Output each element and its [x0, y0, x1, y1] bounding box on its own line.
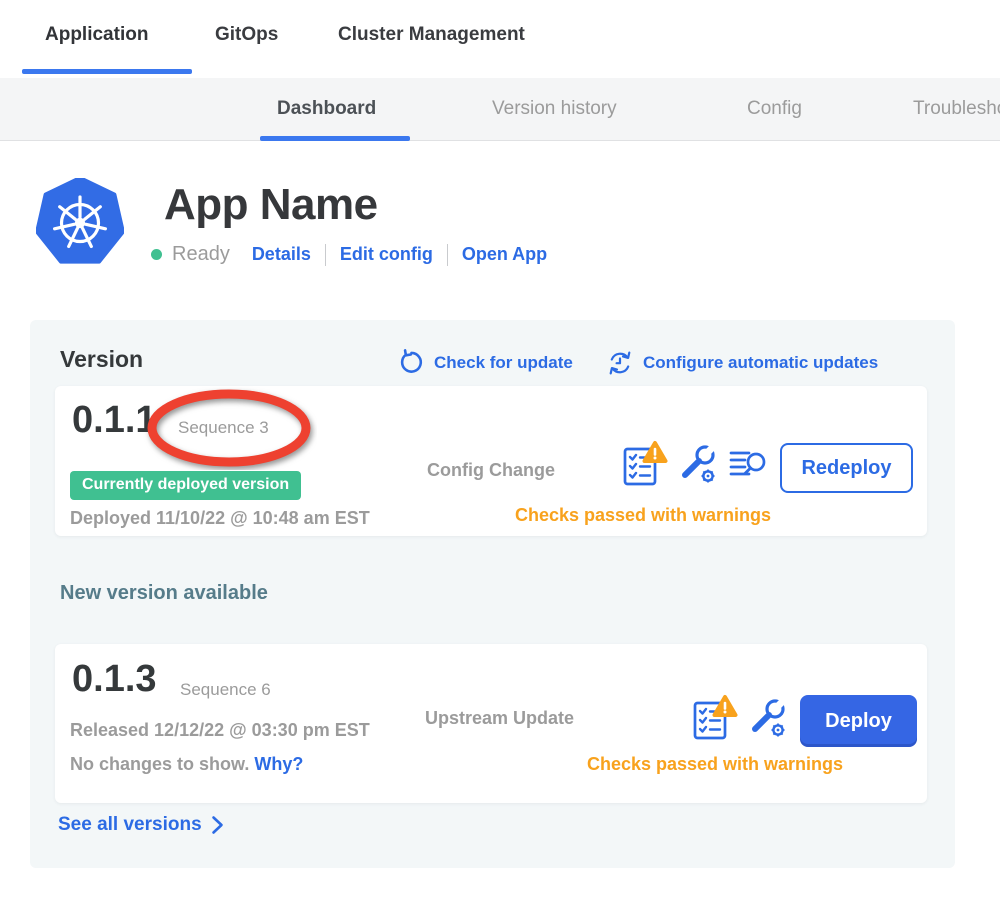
refresh-icon: [398, 349, 425, 376]
version-source-label: Config Change: [427, 460, 555, 481]
current-version-number: 0.1.1: [72, 399, 157, 442]
active-subtab-indicator: [260, 136, 410, 141]
preflight-status-text: Checks passed with warnings: [515, 754, 915, 775]
available-version-card: 0.1.3 Sequence 6 Released 12/12/22 @ 03:…: [55, 644, 927, 803]
divider: [447, 244, 448, 266]
deploy-button[interactable]: Deploy: [800, 695, 917, 747]
configure-automatic-updates-label: Configure automatic updates: [643, 353, 878, 373]
tab-dashboard[interactable]: Dashboard: [277, 98, 376, 120]
warning-triangle-icon: [645, 443, 666, 461]
deployed-timestamp: Deployed 11/10/22 @ 10:48 am EST: [70, 508, 370, 529]
divider: [325, 244, 326, 266]
active-tab-indicator: [22, 69, 192, 74]
edit-config-link[interactable]: Edit config: [340, 244, 433, 265]
version-heading: Version: [60, 346, 143, 373]
tab-cluster-management[interactable]: Cluster Management: [338, 24, 525, 46]
current-version-sequence: Sequence 3: [178, 418, 269, 438]
check-for-update-label: Check for update: [434, 353, 573, 373]
view-diff-icon[interactable]: [728, 444, 770, 484]
no-changes-label: No changes to show.: [70, 754, 249, 774]
tab-troubleshoot[interactable]: Troubleshoot: [913, 98, 1000, 120]
redeploy-button[interactable]: Redeploy: [780, 443, 913, 493]
warning-triangle-icon: [715, 697, 736, 715]
available-version-number: 0.1.3: [72, 658, 157, 701]
current-version-card: 0.1.1 Sequence 3 Currently deployed vers…: [55, 386, 927, 536]
top-nav: Application GitOps Cluster Management: [0, 0, 1000, 78]
tab-version-history[interactable]: Version history: [492, 98, 617, 120]
tab-application[interactable]: Application: [45, 24, 148, 46]
currently-deployed-badge: Currently deployed version: [70, 471, 301, 500]
why-link[interactable]: Why?: [254, 754, 303, 774]
tab-gitops[interactable]: GitOps: [215, 24, 278, 46]
app-status-row: Ready Details Edit config Open App: [151, 243, 547, 266]
available-version-actions: [692, 694, 788, 741]
preflight-checklist-warning-icon[interactable]: [692, 694, 738, 741]
no-changes-text: No changes to show. Why?: [70, 754, 303, 775]
config-wrench-icon[interactable]: [678, 442, 718, 486]
configure-automatic-updates-button[interactable]: Configure automatic updates: [606, 349, 878, 377]
version-source-label: Upstream Update: [425, 708, 574, 729]
config-wrench-icon[interactable]: [748, 696, 788, 740]
page-title: App Name: [164, 180, 378, 230]
tab-config[interactable]: Config: [747, 98, 802, 120]
preflight-status-text: Checks passed with warnings: [443, 505, 843, 526]
status-label: Ready: [172, 243, 230, 266]
auto-update-icon: [606, 349, 634, 377]
see-all-versions-label: See all versions: [58, 814, 202, 836]
open-app-link[interactable]: Open App: [462, 244, 547, 265]
kubernetes-logo-icon: [36, 178, 124, 266]
chevron-right-icon: [211, 815, 224, 835]
available-version-sequence: Sequence 6: [180, 680, 271, 700]
details-link[interactable]: Details: [252, 244, 311, 265]
version-panel: Version Check for update Confi: [30, 320, 955, 868]
released-timestamp: Released 12/12/22 @ 03:30 pm EST: [70, 720, 370, 741]
sub-nav: Dashboard Version history Config Trouble…: [0, 78, 1000, 141]
status-ready-dot-icon: [151, 249, 162, 260]
see-all-versions-link[interactable]: See all versions: [58, 814, 224, 836]
preflight-checklist-warning-icon[interactable]: [622, 440, 668, 487]
current-version-actions: [622, 440, 770, 487]
new-version-available-heading: New version available: [60, 582, 268, 605]
check-for-update-button[interactable]: Check for update: [398, 349, 573, 376]
